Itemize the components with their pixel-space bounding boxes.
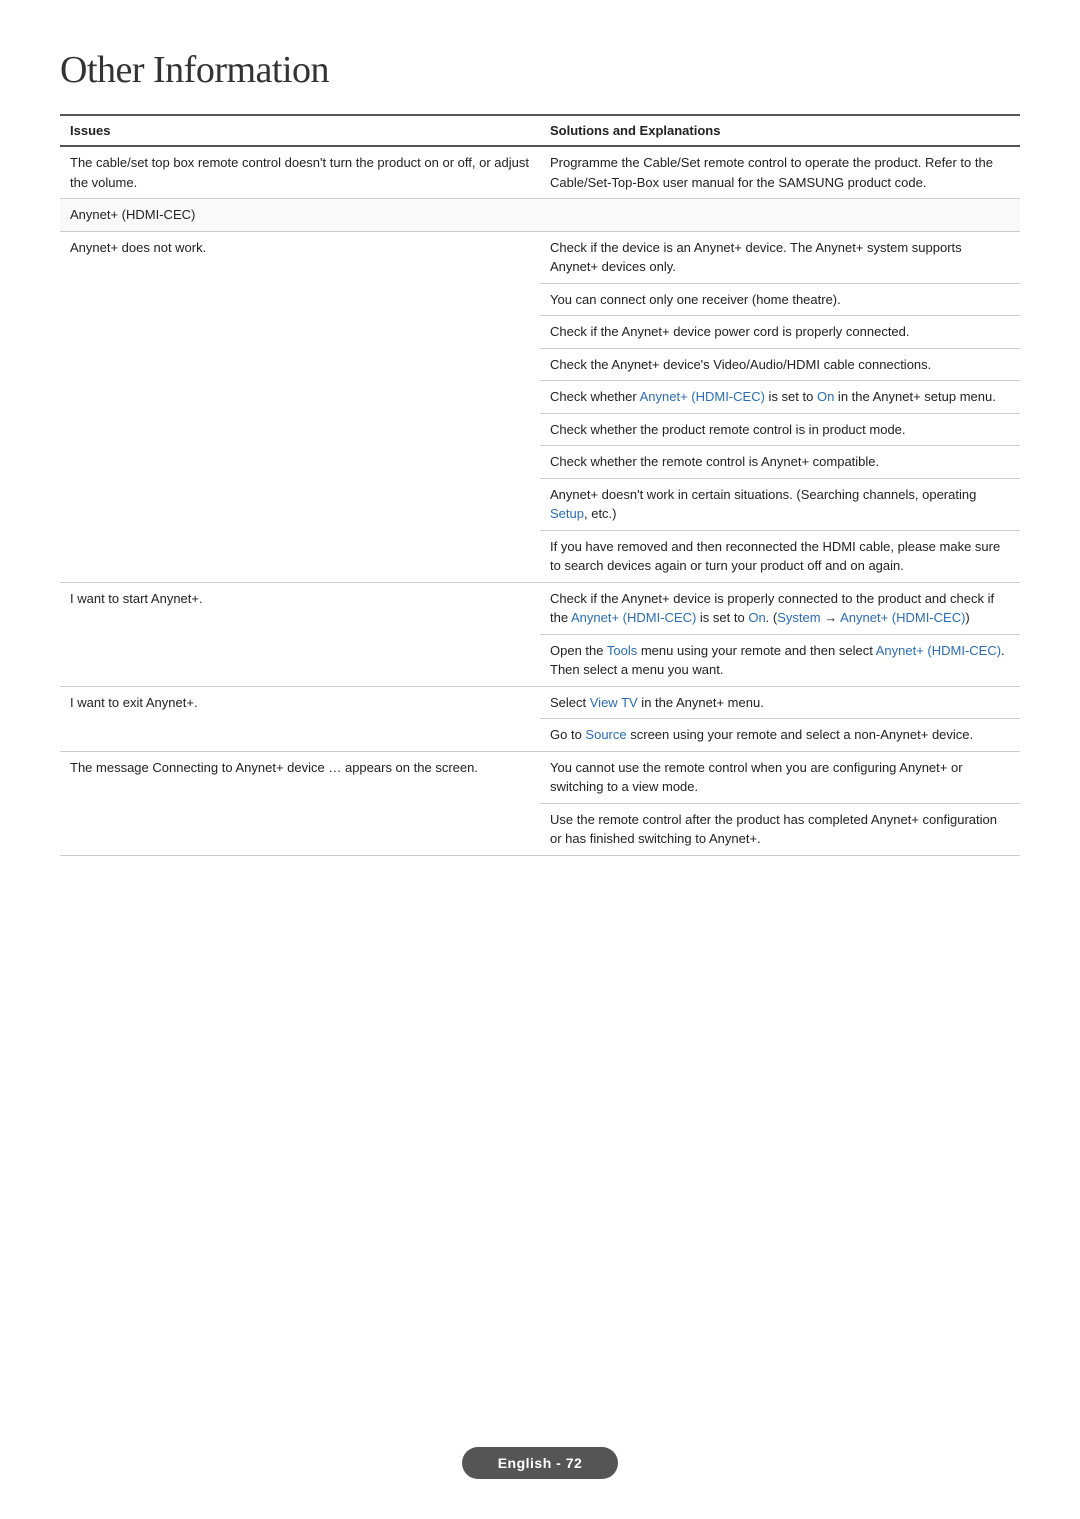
col-solutions-header: Solutions and Explanations (540, 115, 1020, 146)
page-content: Other Information Issues Solutions and E… (0, 0, 1080, 976)
info-table: Issues Solutions and Explanations The ca… (60, 114, 1020, 856)
issue-cell: The message Connecting to Anynet+ device… (60, 751, 540, 855)
solution-cell: If you have removed and then reconnected… (540, 530, 1020, 582)
solution-cell: Check if the Anynet+ device power cord i… (540, 316, 1020, 349)
link-anynet-hdmi-cec-2: Anynet+ (HDMI-CEC) (571, 610, 696, 625)
solution-cell: You can connect only one receiver (home … (540, 283, 1020, 316)
col-issues-header: Issues (60, 115, 540, 146)
page-number-badge: English - 72 (462, 1447, 619, 1479)
issue-cell: I want to exit Anynet+. (60, 686, 540, 751)
table-row: The cable/set top box remote control doe… (60, 146, 1020, 199)
solution-cell: Select View TV in the Anynet+ menu. (540, 686, 1020, 719)
link-system: System (777, 610, 820, 625)
issue-cell: I want to start Anynet+. (60, 582, 540, 686)
link-source: Source (585, 727, 626, 742)
solution-cell: Check the Anynet+ device's Video/Audio/H… (540, 348, 1020, 381)
section-header-cell: Anynet+ (HDMI-CEC) (60, 199, 1020, 232)
section-header-row: Anynet+ (HDMI-CEC) (60, 199, 1020, 232)
solution-cell: Check whether Anynet+ (HDMI-CEC) is set … (540, 381, 1020, 414)
link-anynet-hdmi-cec-4: Anynet+ (HDMI-CEC) (876, 643, 1001, 658)
solution-cell: Check if the device is an Anynet+ device… (540, 231, 1020, 283)
table-row: I want to exit Anynet+. Select View TV i… (60, 686, 1020, 719)
solution-cell: Open the Tools menu using your remote an… (540, 634, 1020, 686)
link-setup: Setup (550, 506, 584, 521)
link-tools: Tools (607, 643, 637, 658)
solution-cell: Programme the Cable/Set remote control t… (540, 146, 1020, 199)
table-row: The message Connecting to Anynet+ device… (60, 751, 1020, 803)
solution-cell: Check whether the product remote control… (540, 413, 1020, 446)
solution-cell: Anynet+ doesn't work in certain situatio… (540, 478, 1020, 530)
page-title: Other Information (60, 48, 1020, 92)
issue-cell: Anynet+ does not work. (60, 231, 540, 582)
link-view-tv: View TV (590, 695, 638, 710)
solution-cell: Go to Source screen using your remote an… (540, 719, 1020, 752)
link-on: On (817, 389, 834, 404)
solution-cell: Use the remote control after the product… (540, 803, 1020, 855)
link-anynet-hdmi-cec-3: Anynet+ (HDMI-CEC) (840, 610, 965, 625)
solution-cell: Check whether the remote control is Anyn… (540, 446, 1020, 479)
table-row: I want to start Anynet+. Check if the An… (60, 582, 1020, 634)
page-footer: English - 72 (0, 1447, 1080, 1479)
link-on-2: On (748, 610, 765, 625)
issue-cell: The cable/set top box remote control doe… (60, 146, 540, 199)
solution-cell: You cannot use the remote control when y… (540, 751, 1020, 803)
solution-cell: Check if the Anynet+ device is properly … (540, 582, 1020, 634)
table-row: Anynet+ does not work. Check if the devi… (60, 231, 1020, 283)
link-anynet-hdmi-cec: Anynet+ (HDMI-CEC) (640, 389, 765, 404)
